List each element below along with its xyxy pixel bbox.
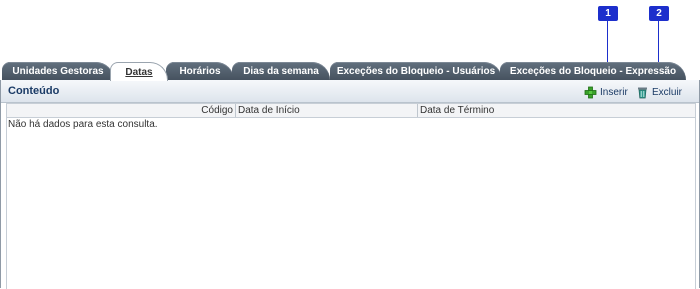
panel-title: Conteúdo <box>8 85 60 97</box>
content-panel: Conteúdo Inserir Excluir Código Data de … <box>0 80 700 289</box>
tab-datas[interactable]: Datas <box>110 62 168 81</box>
column-header-codigo[interactable]: Código <box>7 104 236 117</box>
add-icon <box>584 86 597 99</box>
column-header-data-termino[interactable]: Data de Término <box>418 104 695 117</box>
insert-button[interactable]: Inserir <box>584 85 628 99</box>
tab-unidades-gestoras[interactable]: Unidades Gestoras <box>2 62 114 80</box>
trash-icon <box>636 86 649 99</box>
insert-label: Inserir <box>600 86 628 98</box>
panel-header: Conteúdo Inserir Excluir <box>1 80 699 103</box>
callout-marker-1: 1 <box>598 6 618 21</box>
delete-label: Excluir <box>652 86 683 98</box>
tab-datas-label: Datas <box>125 67 153 78</box>
delete-button[interactable]: Excluir <box>636 85 682 99</box>
callout-marker-2: 2 <box>649 6 669 21</box>
tab-excecoes-usuarios[interactable]: Exceções do Bloqueio - Usuários <box>330 62 502 80</box>
grid-header: Código Data de Início Data de Término <box>7 104 695 118</box>
tab-bar: Unidades Gestoras Datas Horários Dias da… <box>0 62 700 81</box>
empty-message: Não há dados para esta consulta. <box>8 119 158 130</box>
tab-excecoes-expressao[interactable]: Exceções do Bloqueio - Expressão <box>500 62 686 80</box>
tab-dias-da-semana[interactable]: Dias da semana <box>232 62 330 80</box>
tab-horarios[interactable]: Horários <box>166 62 234 80</box>
column-header-data-inicio[interactable]: Data de Início <box>236 104 418 117</box>
data-grid: Código Data de Início Data de Término Nã… <box>6 103 696 289</box>
